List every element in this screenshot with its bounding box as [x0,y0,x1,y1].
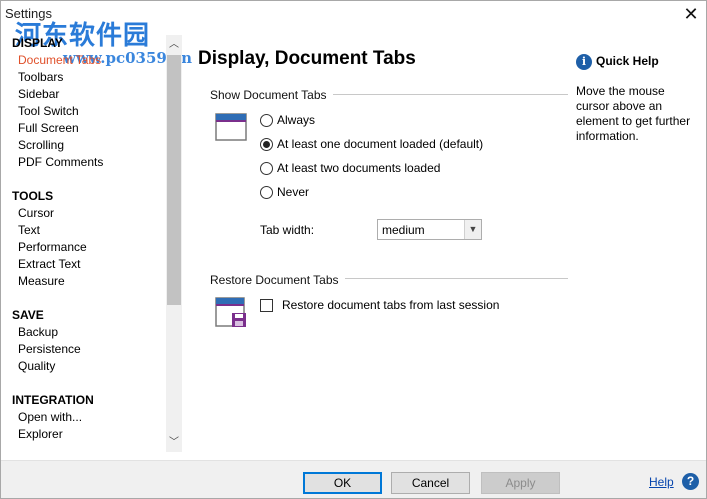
tab-width-label: Tab width: [260,223,315,237]
sidebar-item-backup[interactable]: Backup [18,324,166,341]
sidebar-item-persistence[interactable]: Persistence [18,341,166,358]
sidebar-item-pdf-comments[interactable]: PDF Comments [18,154,166,171]
radio-always[interactable]: Always [260,111,315,129]
tab-width-select[interactable]: medium ▼ [377,219,482,240]
sidebar-item-scrolling[interactable]: Scrolling [18,137,166,154]
restore-tabs-checkbox[interactable] [260,298,273,312]
close-icon[interactable]: ✕ [681,4,701,24]
sidebar-item-text[interactable]: Text [18,222,166,239]
sidebar-item-tool-switch[interactable]: Tool Switch [18,103,166,120]
sidebar-item-extract-text[interactable]: Extract Text [18,256,166,273]
tab-save-icon [215,297,246,327]
restore-tabs-option[interactable]: Restore document tabs from last session [260,297,499,313]
sidebar-scrollbar[interactable]: ︿ ﹀ [166,35,182,452]
sidebar-item-cursor[interactable]: Cursor [18,205,166,222]
sidebar-item-document-tabs[interactable]: Document Tabs [18,52,166,69]
window-title: Settings [5,6,52,21]
radio-label: Always [277,113,316,127]
radio-label: At least one document loaded (default) [277,137,484,151]
dialog-footer: OK Cancel Apply Help ? [1,460,706,498]
sidebar-section-tools: TOOLS [12,189,54,203]
restore-tabs-heading: Restore Document Tabs [210,273,345,287]
radio-button[interactable] [260,137,273,151]
radio-button[interactable] [260,185,273,199]
chevron-up-icon[interactable]: ︿ [166,37,182,53]
radio-at-least-two[interactable]: At least two documents loaded [260,159,440,177]
sidebar-item-toolbars[interactable]: Toolbars [18,69,166,86]
sidebar-item-full-screen[interactable]: Full Screen [18,120,166,137]
title-bar: Settings ✕ [1,1,706,29]
tab-window-icon [215,113,247,141]
settings-sidebar: DISPLAY Document Tabs Toolbars Sidebar T… [1,35,166,452]
sidebar-section-display: DISPLAY [12,36,63,50]
sidebar-item-performance[interactable]: Performance [18,239,166,256]
help-link[interactable]: Help [649,475,674,489]
settings-window: Settings ✕ 河东软件园 www.pc0359.cn DISPLAY D… [0,0,707,499]
radio-label: Never [277,185,310,199]
show-tabs-heading: Show Document Tabs [210,88,333,102]
radio-at-least-one[interactable]: At least one document loaded (default) [260,135,483,153]
scrollbar-thumb[interactable] [167,55,181,305]
apply-button: Apply [481,472,560,494]
radio-button[interactable] [260,161,273,175]
quick-help-text: Move the mouse cursor above an element t… [576,84,691,143]
chevron-down-icon[interactable]: ▼ [464,220,481,239]
radio-button[interactable] [260,113,273,127]
page-title: Display, Document Tabs [198,48,416,69]
radio-never[interactable]: Never [260,183,309,201]
tab-width-value: medium [382,223,425,237]
ok-button[interactable]: OK [303,472,382,494]
help-icon[interactable]: ? [682,473,699,490]
chevron-down-icon[interactable]: ﹀ [166,435,182,451]
radio-label: At least two documents loaded [277,161,441,175]
restore-tabs-label: Restore document tabs from last session [282,298,500,312]
sidebar-section-save: SAVE [12,308,44,322]
sidebar-item-open-with[interactable]: Open with... [18,409,166,426]
info-icon: i [576,54,592,70]
sidebar-item-explorer[interactable]: Explorer [18,426,166,443]
sidebar-item-sidebar[interactable]: Sidebar [18,86,166,103]
cancel-button[interactable]: Cancel [391,472,470,494]
sidebar-item-quality[interactable]: Quality [18,358,166,375]
sidebar-section-integration: INTEGRATION [12,393,94,407]
sidebar-item-measure[interactable]: Measure [18,273,166,290]
quick-help-title: Quick Help [596,54,659,68]
